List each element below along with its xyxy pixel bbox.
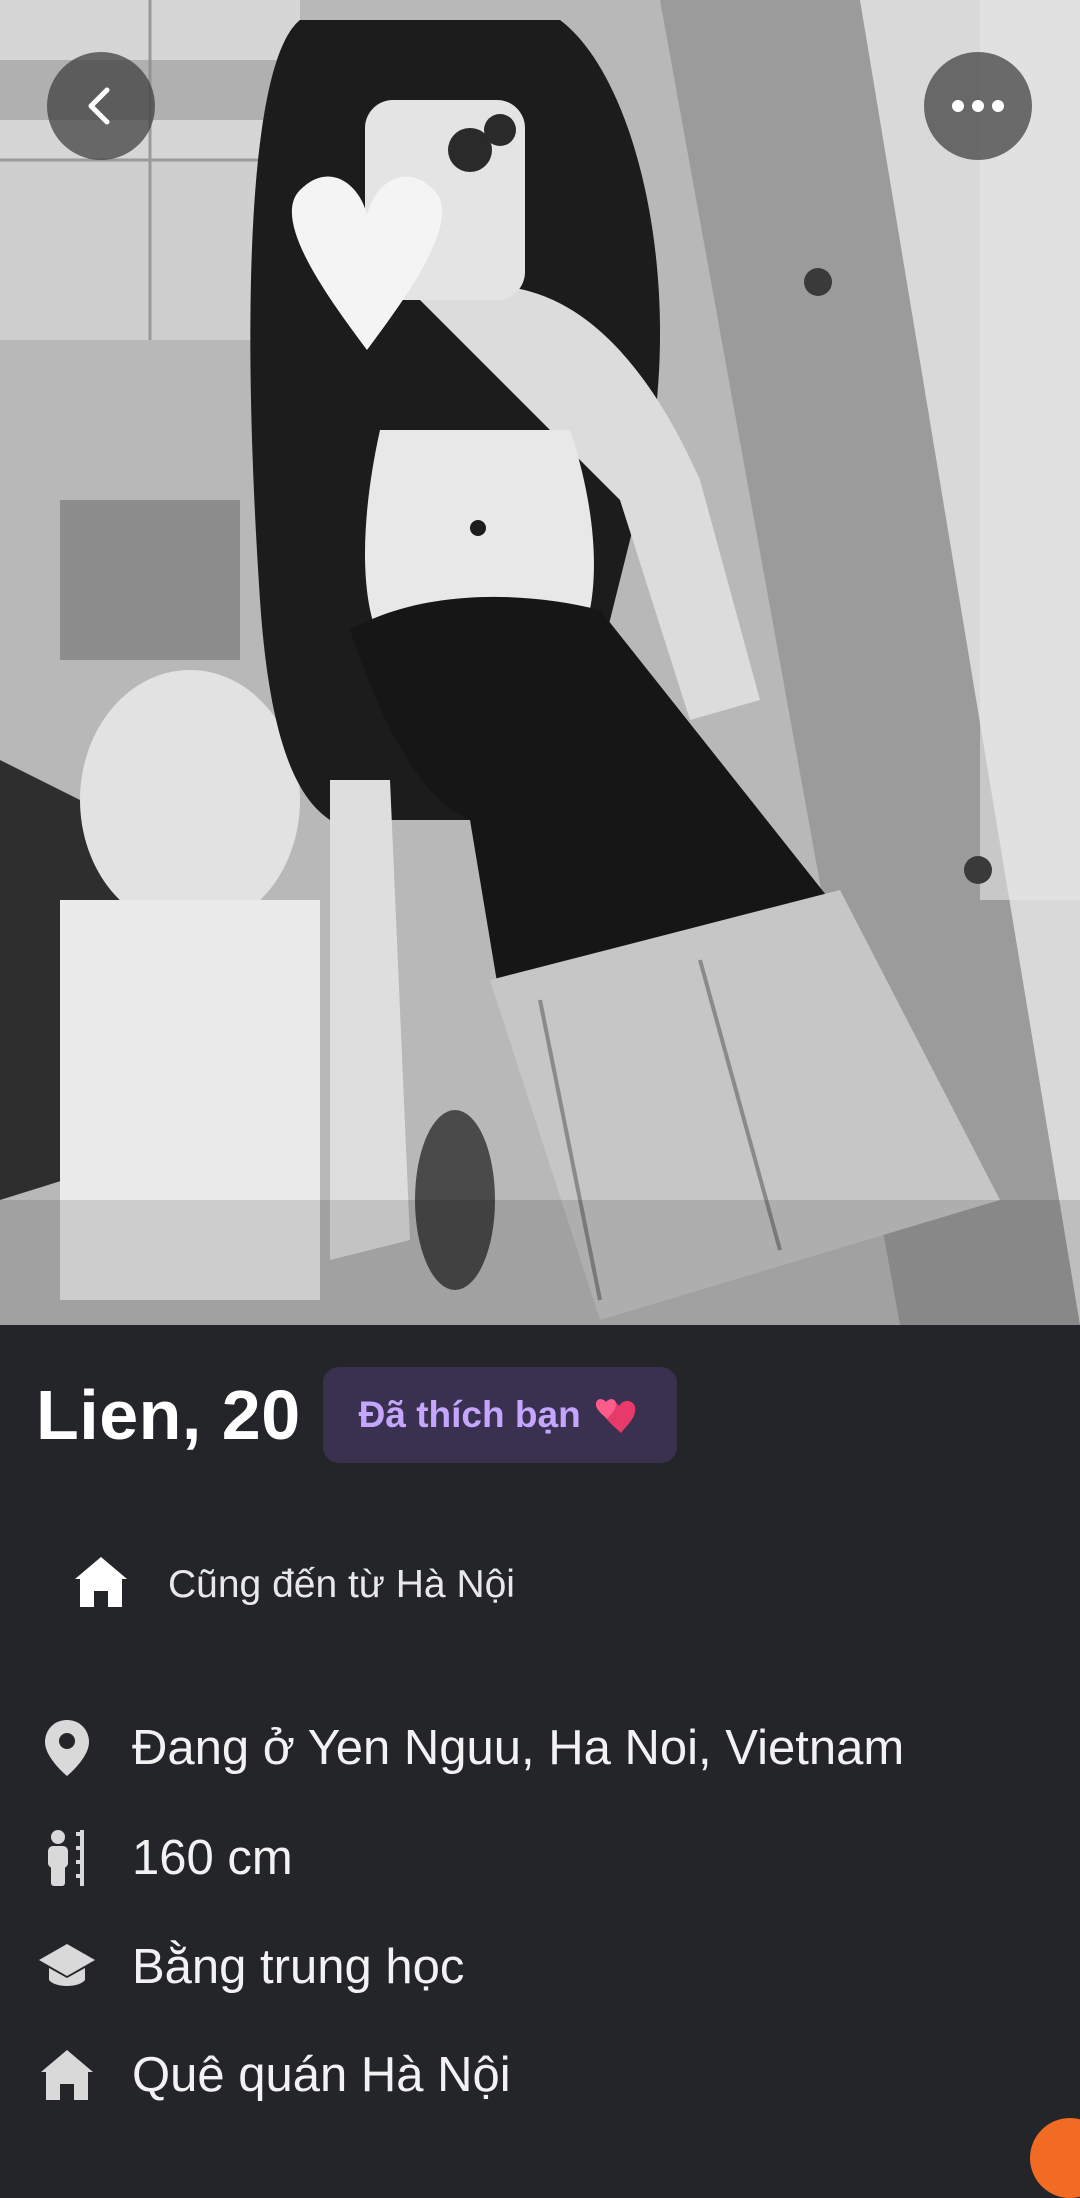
height-label: 160 cm xyxy=(132,1831,293,1885)
education-cap-icon xyxy=(36,1936,98,1998)
common-interest-row: Cũng đến từ Hà Nội xyxy=(72,1553,515,1616)
more-horizontal-icon xyxy=(952,100,1004,112)
location-row: Đang ở Yen Nguu, Ha Noi, Vietnam xyxy=(36,1717,904,1779)
profile-info-panel: Lien, 20 Đã thích bạn Cũng đến từ Hà Nội xyxy=(0,1325,1080,2168)
profile-photo-image xyxy=(0,0,1080,1325)
liked-you-label: Đã thích bạn xyxy=(358,1394,581,1435)
height-icon xyxy=(36,1827,98,1889)
name-row: Lien, 20 Đã thích bạn xyxy=(36,1367,677,1463)
hometown-label: Quê quán Hà Nội xyxy=(132,2048,511,2102)
back-button[interactable] xyxy=(47,52,155,160)
more-options-button[interactable] xyxy=(924,52,1032,160)
home-icon xyxy=(72,1553,130,1616)
two-hearts-icon xyxy=(593,1393,641,1437)
height-row: 160 cm xyxy=(36,1827,293,1889)
profile-name-age: Lien, 20 xyxy=(36,1376,301,1454)
location-label: Đang ở Yen Nguu, Ha Noi, Vietnam xyxy=(132,1721,905,1775)
common-interest-label: Cũng đến từ Hà Nội xyxy=(168,1562,515,1606)
profile-photo[interactable] xyxy=(0,0,1080,1325)
chevron-left-icon xyxy=(88,87,110,125)
education-row: Bằng trung học xyxy=(36,1936,464,1998)
home-icon xyxy=(36,2044,98,2106)
liked-you-badge: Đã thích bạn xyxy=(322,1367,677,1463)
hometown-row: Quê quán Hà Nội xyxy=(36,2044,511,2106)
education-label: Bằng trung học xyxy=(132,1940,465,1994)
location-pin-icon xyxy=(36,1717,98,1779)
